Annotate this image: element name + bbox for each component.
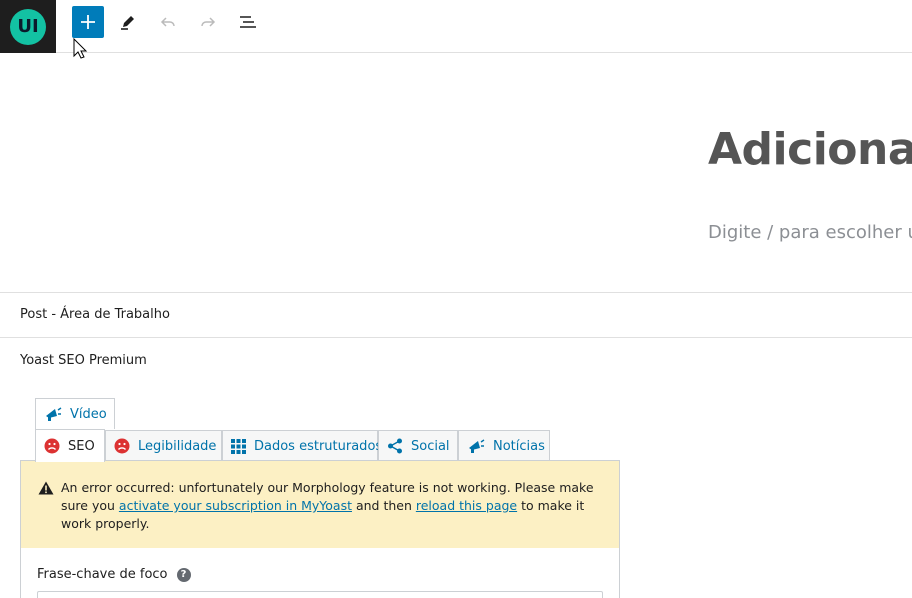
tab-label: Vídeo — [70, 406, 107, 422]
tab-label: SEO — [68, 438, 95, 454]
morphology-error-notice: An error occurred: unfortunately our Mor… — [21, 461, 619, 548]
tools-button[interactable] — [112, 6, 144, 38]
logo-badge: UI — [10, 8, 46, 45]
focus-keyphrase-label-text: Frase-chave de foco — [37, 567, 168, 582]
tab-noticias[interactable]: Notícias — [458, 430, 550, 461]
site-logo[interactable]: UI — [0, 0, 56, 53]
tab-seo[interactable]: SEO — [35, 429, 105, 462]
megaphone-icon — [44, 406, 62, 422]
activate-subscription-link[interactable]: activate your subscription in MyYoast — [119, 498, 352, 513]
focus-keyphrase-label: Frase-chave de foco ? — [37, 567, 191, 582]
undo-icon — [160, 17, 175, 27]
meta-panel-yoast[interactable]: Yoast SEO Premium — [0, 337, 912, 387]
meta-panel-post-area[interactable]: Post - Área de Trabalho — [0, 292, 912, 338]
meta-panel-title: Yoast SEO Premium — [20, 353, 147, 368]
editor-toolbar: UI — [0, 0, 912, 53]
yoast-seo-tab-panel: An error occurred: unfortunately our Mor… — [20, 460, 620, 598]
reload-page-link[interactable]: reload this page — [416, 498, 517, 513]
post-title[interactable]: Adicionar — [708, 124, 912, 175]
redo-icon — [201, 17, 216, 27]
undo-button[interactable] — [152, 6, 184, 38]
tab-label: Social — [411, 438, 450, 454]
share-icon — [387, 438, 403, 454]
warning-icon — [38, 481, 54, 500]
tab-social[interactable]: Social — [378, 430, 458, 461]
tab-legibilidade[interactable]: Legibilidade — [105, 430, 222, 461]
add-block-button[interactable] — [72, 6, 104, 38]
tab-label: Dados estruturados — [254, 438, 383, 454]
list-view-icon — [240, 16, 256, 28]
redo-button[interactable] — [192, 6, 224, 38]
document-overview-button[interactable] — [232, 6, 264, 38]
sad-face-icon — [114, 438, 130, 454]
tab-label: Notícias — [493, 438, 545, 454]
notice-text: and then — [351, 498, 416, 513]
tab-label: Legibilidade — [138, 438, 217, 454]
plus-icon — [81, 15, 95, 29]
focus-keyphrase-input[interactable] — [37, 591, 603, 598]
pencil-icon — [121, 16, 134, 30]
sad-face-icon — [44, 438, 60, 454]
mouse-pointer-icon — [73, 38, 88, 59]
megaphone-icon — [467, 438, 485, 454]
question-circle-icon[interactable]: ? — [176, 567, 191, 582]
meta-panel-title: Post - Área de Trabalho — [20, 307, 170, 322]
tab-video[interactable]: Vídeo — [35, 398, 115, 429]
grid-icon — [231, 438, 246, 454]
block-placeholder[interactable]: Digite / para escolher u — [708, 222, 912, 243]
tab-dados-estruturados[interactable]: Dados estruturados — [222, 430, 382, 461]
